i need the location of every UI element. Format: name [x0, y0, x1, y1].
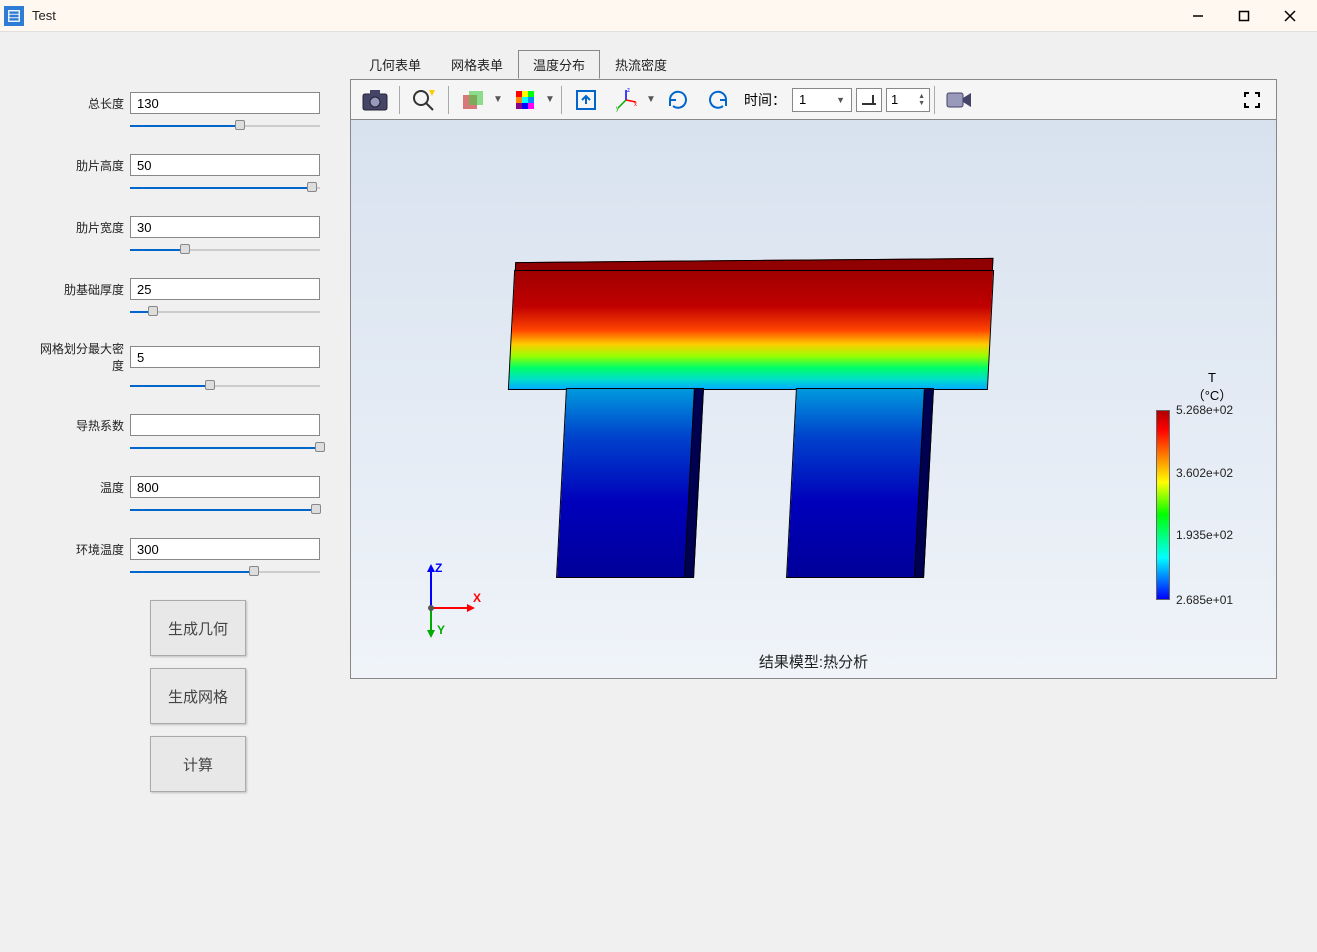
fit-view-icon[interactable] — [568, 84, 604, 116]
tab-heat-flux[interactable]: 热流密度 — [600, 50, 682, 79]
camera-video-icon[interactable] — [941, 84, 977, 116]
svg-text:Y: Y — [437, 623, 445, 637]
label-base-thick: 肋基础厚度 — [30, 281, 130, 298]
input-fin-width[interactable] — [130, 216, 320, 238]
rotate-cw-icon[interactable] — [660, 84, 696, 116]
input-temp[interactable] — [130, 476, 320, 498]
time-select[interactable]: 1▼ — [792, 88, 852, 112]
input-fin-height[interactable] — [130, 154, 320, 176]
maximize-button[interactable] — [1221, 1, 1267, 31]
snapshot-icon[interactable] — [357, 84, 393, 116]
slider-fin-height[interactable] — [130, 182, 320, 194]
step-spinner[interactable]: 1▲▼ — [886, 88, 930, 112]
result-viewer: ▼ ▼ z x y ▼ 时间： 1▼ 1▲▼ — [350, 79, 1277, 679]
result-tabs: 几何表单 网格表单 温度分布 热流密度 — [354, 50, 1277, 80]
legend-title: T （°C） — [1182, 370, 1242, 404]
legend-tick: 1.935e+02 — [1176, 528, 1233, 542]
input-env-temp[interactable] — [130, 538, 320, 560]
label-mesh-density: 网格划分最大密度 — [30, 340, 130, 374]
fullscreen-icon[interactable] — [1234, 84, 1270, 116]
tab-mesh[interactable]: 网格表单 — [436, 50, 518, 79]
axis-dropdown-icon[interactable]: ▼ — [646, 94, 658, 105]
minimize-button[interactable] — [1175, 1, 1221, 31]
axis-orientation-icon[interactable]: z x y — [608, 84, 644, 116]
close-button[interactable] — [1267, 1, 1313, 31]
step-next-icon[interactable] — [856, 88, 882, 112]
titlebar: Test — [0, 0, 1317, 32]
thermal-model — [511, 270, 991, 580]
slider-mesh-density[interactable] — [130, 380, 320, 392]
svg-text:x: x — [634, 102, 637, 108]
viewer-toolbar: ▼ ▼ z x y ▼ 时间： 1▼ 1▲▼ — [351, 80, 1276, 120]
input-mesh-density[interactable] — [130, 346, 320, 368]
input-total-length[interactable] — [130, 92, 320, 114]
time-label: 时间： — [744, 90, 786, 110]
legend-tick: 5.268e+02 — [1176, 403, 1233, 417]
axis-triad-icon: Z X Y — [411, 558, 491, 638]
slider-env-temp[interactable] — [130, 566, 320, 578]
label-k: 导热系数 — [30, 417, 130, 434]
slider-temp[interactable] — [130, 504, 320, 516]
calculate-button[interactable]: 计算 — [150, 736, 246, 792]
colormap-dropdown-icon[interactable]: ▼ — [545, 94, 557, 105]
svg-text:y: y — [616, 106, 619, 112]
parameter-sidebar: 总长度 肋片高度 肋片宽度 肋基础厚度 网格划分最大密度 导热系数 温度 环境温… — [0, 32, 350, 952]
svg-text:X: X — [473, 591, 481, 605]
viewer-caption: 结果模型:热分析 — [351, 651, 1276, 672]
app-icon — [4, 6, 24, 26]
tab-geometry[interactable]: 几何表单 — [354, 50, 436, 79]
label-fin-height: 肋片高度 — [30, 157, 130, 174]
slider-base-thick[interactable] — [130, 306, 320, 318]
zoom-refresh-icon[interactable] — [406, 84, 442, 116]
svg-text:z: z — [627, 88, 630, 94]
color-legend: 5.268e+02 3.602e+02 1.935e+02 2.685e+01 — [1156, 410, 1256, 600]
colormap-cube-icon[interactable] — [507, 84, 543, 116]
window-title: Test — [32, 8, 1175, 23]
transparency-icon[interactable] — [455, 84, 491, 116]
slider-total-length[interactable] — [130, 120, 320, 132]
legend-tick: 3.602e+02 — [1176, 466, 1233, 480]
transparency-dropdown-icon[interactable]: ▼ — [493, 94, 505, 105]
label-total-length: 总长度 — [30, 95, 130, 112]
input-base-thick[interactable] — [130, 278, 320, 300]
label-env-temp: 环境温度 — [30, 541, 130, 558]
slider-k[interactable] — [130, 442, 320, 454]
svg-text:Z: Z — [435, 561, 442, 575]
legend-tick: 2.685e+01 — [1176, 593, 1233, 607]
label-temp: 温度 — [30, 479, 130, 496]
generate-geometry-button[interactable]: 生成几何 — [150, 600, 246, 656]
generate-mesh-button[interactable]: 生成网格 — [150, 668, 246, 724]
input-k[interactable] — [130, 414, 320, 436]
slider-fin-width[interactable] — [130, 244, 320, 256]
tab-temperature[interactable]: 温度分布 — [518, 50, 600, 79]
rotate-ccw-icon[interactable] — [700, 84, 736, 116]
render-canvas[interactable]: Z X Y T （°C） 5.268e+02 3.602e+02 1.93 — [351, 120, 1276, 678]
label-fin-width: 肋片宽度 — [30, 219, 130, 236]
